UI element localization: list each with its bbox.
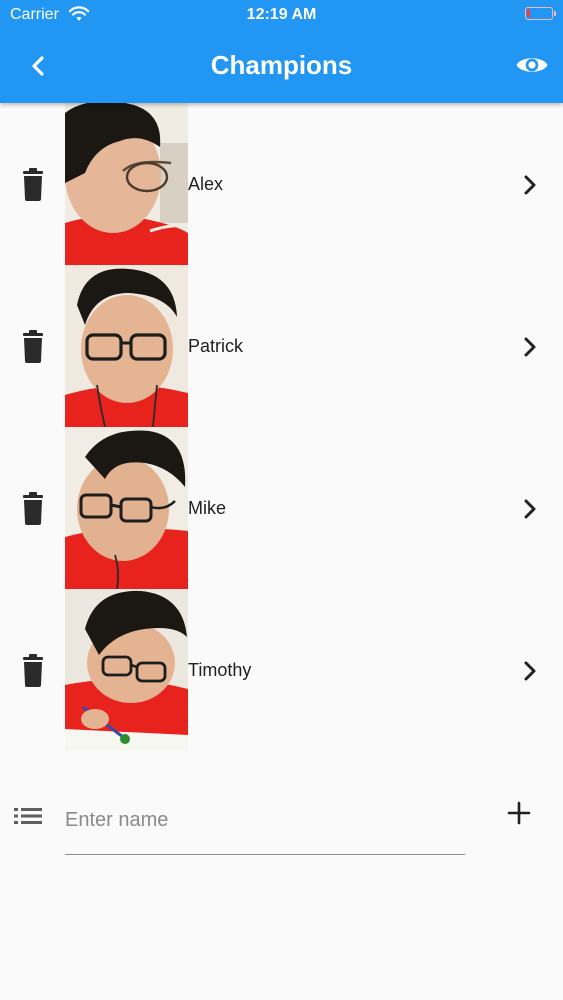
- list-item[interactable]: Timothy: [0, 589, 563, 751]
- name-input[interactable]: [65, 786, 465, 855]
- avatar: [65, 589, 188, 751]
- chevron-right-icon[interactable]: [516, 657, 544, 685]
- chevron-right-icon[interactable]: [516, 333, 544, 361]
- list-item[interactable]: Patrick: [0, 265, 563, 427]
- status-time: 12:19 AM: [246, 6, 317, 23]
- champion-name: Patrick: [188, 336, 244, 356]
- battery-icon: [525, 7, 556, 20]
- champion-name: Mike: [188, 498, 227, 518]
- trash-icon[interactable]: [16, 166, 50, 202]
- chevron-right-icon[interactable]: [516, 171, 544, 199]
- avatar: [65, 103, 188, 265]
- trash-icon[interactable]: [16, 652, 50, 688]
- list-item[interactable]: Alex: [0, 103, 563, 265]
- list-icon: [14, 808, 42, 824]
- avatar: [65, 427, 188, 589]
- eye-icon[interactable]: [515, 50, 549, 80]
- champion-list: Alex Patrick Mike Timothy: [0, 103, 563, 751]
- plus-icon[interactable]: [504, 798, 534, 828]
- list-item[interactable]: Mike: [0, 427, 563, 589]
- page-title: Champions: [210, 50, 353, 80]
- chevron-right-icon[interactable]: [516, 495, 544, 523]
- trash-icon[interactable]: [16, 490, 50, 526]
- status-bar: Carrier 12:19 AM: [0, 0, 563, 30]
- app-bar: Carrier 12:19 AM Champions: [0, 0, 563, 103]
- trash-icon[interactable]: [16, 328, 50, 364]
- avatar: [65, 265, 188, 427]
- add-champion-row: [0, 770, 563, 860]
- champion-name: Alex: [188, 174, 224, 194]
- champion-name: Timothy: [188, 660, 252, 680]
